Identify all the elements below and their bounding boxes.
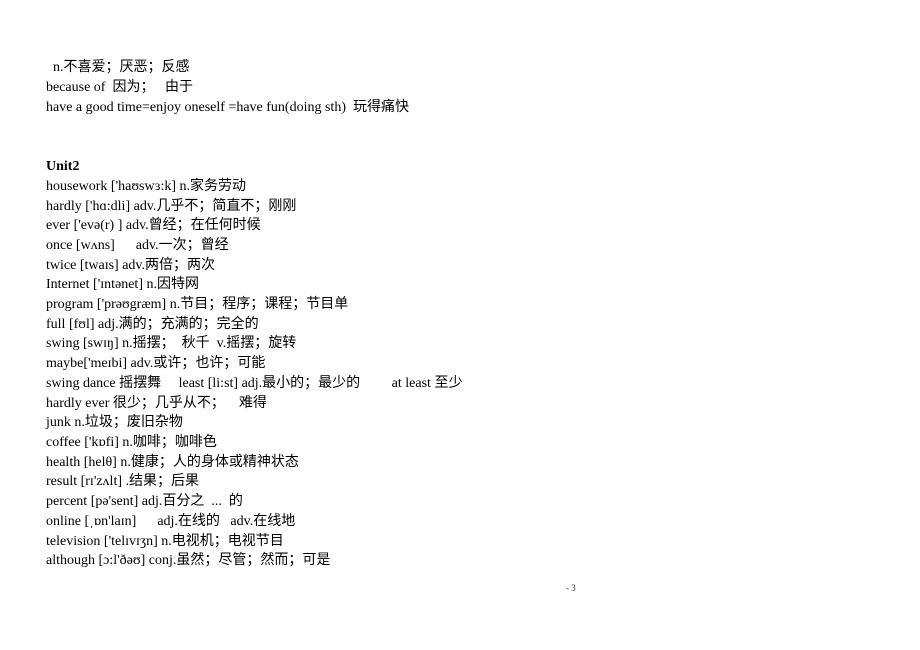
vocab-line: hardly ever 很少；几乎从不； 难得 [46, 396, 267, 411]
vocab-line: full [fʊl] adj.满的；充满的；完全的 [46, 317, 259, 332]
vocab-line: junk n.垃圾；废旧杂物 [46, 415, 183, 430]
vocab-line: once [wʌns] adv.一次；曾经 [46, 238, 229, 253]
page-number: - 3 [566, 583, 576, 593]
unit-heading: Unit2 [46, 159, 80, 174]
vocab-line: maybe['meɪbi] adv.或许；也许；可能 [46, 356, 266, 371]
definition-line: n.不喜爱；厌恶；反感 [53, 60, 190, 75]
vocab-line: coffee ['kɒfi] n.咖啡；咖啡色 [46, 435, 217, 450]
vocab-line: twice [twaɪs] adv.两倍；两次 [46, 258, 215, 273]
vocab-line: hardly ['hɑ:dli] adv.几乎不；简直不；刚刚 [46, 199, 297, 214]
vocab-line: television ['telɪvɪʒn] n.电视机；电视节目 [46, 534, 284, 549]
vocab-line: ever ['evə(r) ] adv.曾经；在任何时候 [46, 218, 261, 233]
vocab-line: housework ['haʊswɜ:k] n.家务劳动 [46, 179, 247, 194]
vocab-line: although [ɔ:l'ðəʊ] conj.虽然；尽管；然而；可是 [46, 553, 331, 568]
vocab-line: result [rɪ'zʌlt] .结果；后果 [46, 474, 199, 489]
phrase-line: have a good time=enjoy oneself =have fun… [46, 100, 409, 115]
vocab-line: percent [pə'sent] adj.百分之 ... 的 [46, 494, 243, 509]
document-page: n.不喜爱；厌恶；反感 because of 因为； 由于 have a goo… [0, 0, 920, 650]
vocab-line: swing dance 摇摆舞 least [li:st] adj.最小的；最少… [46, 376, 463, 391]
vocab-line: health [helθ] n.健康；人的身体或精神状态 [46, 455, 299, 470]
vocab-line: Internet ['ɪntənet] n.因特网 [46, 277, 199, 292]
vocab-line: online [ˌɒn'laɪn] adj.在线的 adv.在线地 [46, 514, 296, 529]
vocab-line: program ['prəʊgræm] n.节目；程序；课程；节目单 [46, 297, 349, 312]
phrase-line: because of 因为； 由于 [46, 80, 193, 95]
vocab-line: swing [swɪŋ] n.摇摆； 秋千 v.摇摆；旋转 [46, 336, 297, 351]
